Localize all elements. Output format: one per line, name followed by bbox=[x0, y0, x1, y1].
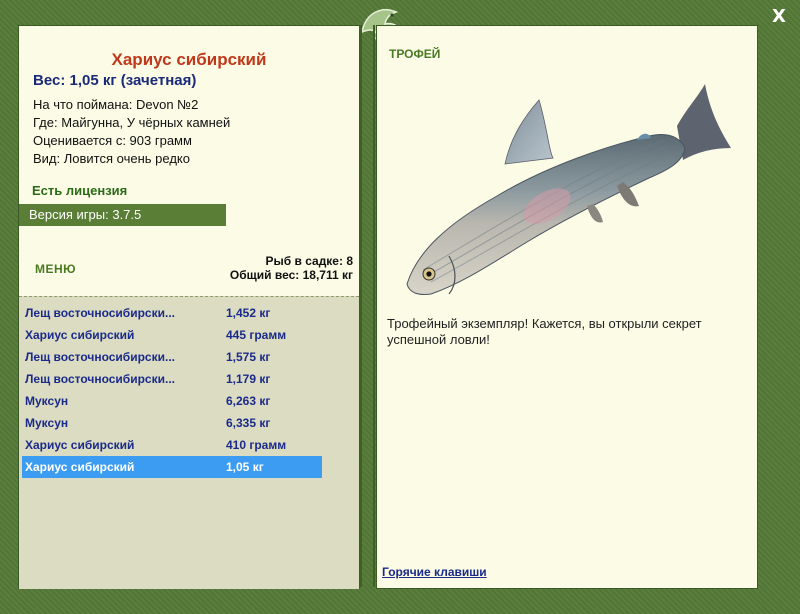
license-status: Есть лицензия bbox=[32, 183, 128, 198]
fish-count: Рыб в садке: 8 bbox=[265, 254, 353, 268]
list-item-name: Лещ восточносибирски... bbox=[25, 350, 175, 364]
list-item-weight: 6,263 кг bbox=[226, 394, 271, 408]
list-item[interactable]: Лещ восточносибирски... 1,575 кг bbox=[22, 346, 322, 368]
list-item-name: Муксун bbox=[25, 394, 69, 408]
trophy-panel: ТРОФЕЙ Трофейный экземпляр! Кажется, вы … bbox=[376, 25, 758, 589]
list-item-weight: 1,452 кг bbox=[226, 306, 271, 320]
fish-weight: Вес: 1,05 кг (зачетная) bbox=[33, 72, 197, 89]
catch-stats: Рыб в садке: 8 Общий вес: 18,711 кг bbox=[230, 254, 353, 282]
total-weight: Общий вес: 18,711 кг bbox=[229, 268, 353, 282]
panel-divider bbox=[373, 25, 375, 587]
list-item-weight: 445 грамм bbox=[226, 328, 287, 342]
list-item-name: Хариус сибирский bbox=[25, 460, 135, 474]
list-item[interactable]: Хариус сибирский 445 грамм bbox=[22, 324, 322, 346]
list-item-weight: 410 грамм bbox=[226, 438, 287, 452]
valuation-info: Оценивается с: 903 грамм bbox=[33, 133, 192, 148]
list-item-weight: 6,335 кг bbox=[226, 416, 271, 430]
list-item[interactable]: Лещ восточносибирски... 1,179 кг bbox=[22, 368, 322, 390]
grayling-fish-image bbox=[406, 84, 731, 295]
list-item-weight: 1,05 кг bbox=[226, 460, 264, 474]
list-item[interactable]: Хариус сибирский 410 грамм bbox=[22, 434, 322, 456]
list-item-weight: 1,179 кг bbox=[226, 372, 271, 386]
list-item-selected[interactable]: Хариус сибирский 1,05 кг bbox=[22, 456, 322, 478]
bait-info: На что поймана: Devon №2 bbox=[33, 97, 199, 112]
version-bar: Версия игры: 3.7.5 bbox=[19, 204, 226, 226]
fish-name-title: Хариус сибирский bbox=[111, 50, 267, 69]
list-item-name: Хариус сибирский bbox=[25, 328, 135, 342]
list-item-name: Лещ восточносибирски... bbox=[25, 306, 175, 320]
location-info: Где: Майгунна, У чёрных камней bbox=[33, 115, 231, 130]
window-frame: X Хариус сибирский Вес: 1,05 кг (зачетна… bbox=[0, 0, 800, 614]
list-item-name: Лещ восточносибирски... bbox=[25, 372, 175, 386]
trophy-message: Трофейный экземпляр! Кажется, вы открыли… bbox=[387, 316, 702, 347]
close-button[interactable]: X bbox=[768, 6, 790, 28]
list-item-name: Хариус сибирский bbox=[25, 438, 135, 452]
fish-info-panel: Хариус сибирский Вес: 1,05 кг (зачетная)… bbox=[18, 25, 360, 589]
list-item-weight: 1,575 кг bbox=[226, 350, 271, 364]
list-item[interactable]: Муксун 6,335 кг bbox=[22, 412, 322, 434]
list-item[interactable]: Муксун 6,263 кг bbox=[22, 390, 322, 412]
list-item-name: Муксун bbox=[25, 416, 69, 430]
list-item[interactable]: Лещ восточносибирски... 1,452 кг bbox=[22, 302, 322, 324]
species-info: Вид: Ловится очень редко bbox=[33, 151, 190, 166]
menu-button[interactable]: МЕНЮ bbox=[35, 262, 76, 276]
catch-list: Лещ восточносибирски... 1,452 кг Хариус … bbox=[19, 296, 359, 589]
hotkeys-link[interactable]: Горячие клавиши bbox=[382, 565, 487, 579]
fish-details: На что поймана: Devon №2 Где: Майгунна, … bbox=[33, 96, 230, 168]
